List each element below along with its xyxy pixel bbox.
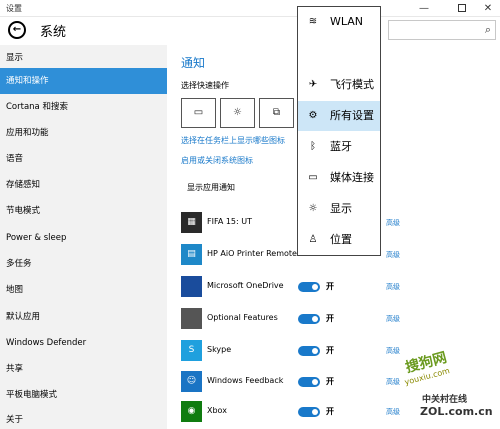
- advanced-link[interactable]: 高级: [386, 346, 400, 356]
- airplane-icon: ✈: [308, 79, 318, 90]
- sidebar-item-multitasking[interactable]: 多任务: [0, 251, 167, 277]
- app-icon: ▤: [181, 244, 202, 265]
- menu-item-label: 位置: [330, 233, 352, 246]
- menu-item-label: WLAN: [330, 15, 364, 28]
- advanced-link[interactable]: 高级: [386, 377, 400, 387]
- quick-action-connect[interactable]: ⧉: [259, 98, 294, 128]
- tablet-mode-icon: ▭: [193, 107, 204, 118]
- location-icon: ♙: [308, 234, 318, 245]
- sidebar-item-notifications[interactable]: 通知和操作: [0, 68, 167, 94]
- toggle-knob: [312, 284, 318, 290]
- search-icon[interactable]: ⌕: [485, 23, 491, 37]
- notification-toggle[interactable]: [298, 282, 320, 292]
- close-button[interactable]: ✕: [474, 0, 500, 17]
- window-title: 设置: [6, 4, 22, 13]
- system-icons-link[interactable]: 启用或关闭系统图标: [181, 155, 253, 166]
- menu-item-label: 显示: [330, 202, 352, 215]
- brightness-icon: ☼: [233, 107, 242, 118]
- quick-action-tablet-mode[interactable]: ▭: [181, 98, 216, 128]
- app-name: Windows Feedback: [207, 376, 284, 385]
- app-name: Xbox: [207, 406, 227, 415]
- toggle-state-label: 开: [326, 314, 334, 323]
- quick-actions-label: 选择快速操作: [181, 81, 229, 90]
- sidebar-item-speech[interactable]: 语音: [0, 146, 167, 172]
- sidebar-item-maps[interactable]: 地图: [0, 277, 167, 303]
- toggle-state-label: 开: [326, 346, 334, 355]
- menu-item-wlan[interactable]: ≋ WLAN: [298, 7, 380, 37]
- gear-icon: ⚙: [308, 110, 318, 121]
- advanced-link[interactable]: 高级: [386, 314, 400, 324]
- quick-settings-menu: ≋ WLAN ✈ 飞行模式 ⚙ 所有设置 ᛒ 蓝牙 ▭ 媒体连接 ☼ 显示 ♙ …: [297, 6, 381, 256]
- menu-item-location[interactable]: ♙ 位置: [298, 225, 380, 255]
- toggle-knob: [312, 409, 318, 415]
- menu-item-label: 蓝牙: [330, 140, 352, 153]
- watermark-brand: 中关村在线: [422, 395, 468, 405]
- taskbar-icons-link[interactable]: 选择在任务栏上显示哪些图标: [181, 135, 285, 146]
- app-row: Optional Features 开 高级: [181, 308, 491, 330]
- sidebar-item-power[interactable]: Power & sleep: [0, 225, 167, 251]
- notification-toggle[interactable]: [298, 346, 320, 356]
- bluetooth-icon: ᛒ: [310, 141, 316, 152]
- sidebar-item-battery-saver[interactable]: 节电模式: [0, 198, 167, 224]
- sidebar-item-about[interactable]: 关于: [0, 407, 167, 429]
- notification-toggle[interactable]: [298, 407, 320, 417]
- connect-icon: ⧉: [272, 107, 281, 118]
- show-notifications-label: 显示应用通知: [187, 183, 235, 192]
- minimize-button[interactable]: —: [410, 0, 438, 17]
- menu-item-bluetooth[interactable]: ᛒ 蓝牙: [298, 132, 380, 162]
- app-icon: [181, 308, 202, 329]
- app-icon: ◉: [181, 401, 202, 422]
- app-icon: [181, 276, 202, 297]
- project-icon: ▭: [308, 172, 318, 183]
- app-name: Microsoft OneDrive: [207, 281, 284, 290]
- app-icon: ▦: [181, 212, 202, 233]
- maximize-icon: [458, 4, 466, 12]
- menu-item-label: 所有设置: [330, 109, 374, 122]
- watermark-domain: ZOL.com.cn: [420, 405, 493, 418]
- app-name: Skype: [207, 345, 232, 354]
- advanced-link[interactable]: 高级: [386, 407, 400, 417]
- back-button[interactable]: ←: [8, 21, 26, 39]
- toggle-knob: [312, 379, 318, 385]
- app-name: HP AiO Printer Remote: [207, 249, 297, 258]
- menu-item-airplane-mode[interactable]: ✈ 飞行模式: [298, 70, 380, 100]
- sidebar-item-storage[interactable]: 存储感知: [0, 172, 167, 198]
- toggle-state-label: 开: [326, 282, 334, 291]
- sidebar-item-tablet-mode[interactable]: 平板电脑模式: [0, 382, 167, 408]
- section-title: 通知: [181, 56, 206, 70]
- menu-item-label: 飞行模式: [330, 78, 374, 91]
- toggle-state-label: 开: [326, 407, 334, 416]
- sidebar-item-apps[interactable]: 应用和功能: [0, 120, 167, 146]
- sidebar-item-cortana[interactable]: Cortana 和搜索: [0, 94, 167, 120]
- search-input[interactable]: ⌕: [388, 20, 496, 40]
- toggle-knob: [312, 316, 318, 322]
- brightness-icon: ☼: [308, 203, 318, 214]
- menu-item-label: 媒体连接: [330, 171, 374, 184]
- maximize-button[interactable]: [448, 0, 476, 17]
- notification-toggle[interactable]: [298, 314, 320, 324]
- sidebar-item-sharing[interactable]: 共享: [0, 356, 167, 382]
- sidebar-item-default-apps[interactable]: 默认应用: [0, 304, 167, 330]
- advanced-link[interactable]: 高级: [386, 218, 400, 228]
- sidebar: 显示 通知和操作 Cortana 和搜索 应用和功能 语音 存储感知 节电模式 …: [0, 45, 167, 429]
- app-name: FIFA 15: UT: [207, 217, 253, 226]
- app-row: Microsoft OneDrive 开 高级: [181, 276, 491, 298]
- app-icon: ☺: [181, 371, 202, 392]
- toggle-state-label: 开: [326, 377, 334, 386]
- sidebar-item-defender[interactable]: Windows Defender: [0, 330, 167, 356]
- quick-action-brightness[interactable]: ☼: [220, 98, 255, 128]
- advanced-link[interactable]: 高级: [386, 250, 400, 260]
- menu-item-all-settings[interactable]: ⚙ 所有设置: [298, 101, 380, 131]
- title-bar: 设置 — ✕: [0, 0, 500, 17]
- advanced-link[interactable]: 高级: [386, 282, 400, 292]
- app-icon: S: [181, 340, 202, 361]
- toggle-knob: [312, 348, 318, 354]
- menu-item-display[interactable]: ☼ 显示: [298, 194, 380, 224]
- page-title: 系统: [40, 25, 67, 40]
- app-name: Optional Features: [207, 313, 278, 322]
- menu-item-media-connect[interactable]: ▭ 媒体连接: [298, 163, 380, 193]
- notification-toggle[interactable]: [298, 377, 320, 387]
- wifi-icon: ≋: [308, 16, 318, 27]
